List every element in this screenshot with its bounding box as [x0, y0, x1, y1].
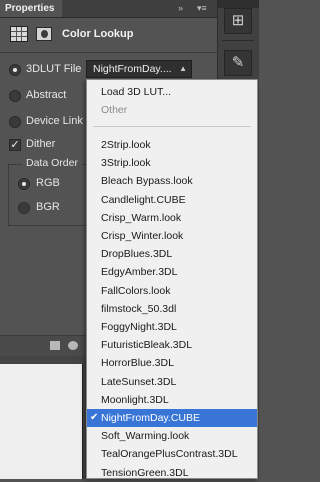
- bgr-label: BGR: [36, 201, 60, 213]
- lut-menu-item[interactable]: Soft_Warming.look: [87, 427, 257, 445]
- dock-header: [218, 0, 259, 8]
- lut-file-radio[interactable]: [9, 64, 21, 76]
- lut-menu-item[interactable]: filmstock_50.3dl: [87, 300, 257, 318]
- lut-menu-item[interactable]: Crisp_Warm.look: [87, 209, 257, 227]
- lut-menu-item-label: TealOrangePlusContrast.3DL: [101, 448, 238, 461]
- rgb-label: RGB: [36, 177, 60, 189]
- view-previous-icon[interactable]: [68, 341, 78, 350]
- brush-tool-icon[interactable]: ✎: [224, 50, 252, 76]
- device-link-radio[interactable]: [9, 116, 21, 128]
- rgb-radio[interactable]: [18, 178, 30, 190]
- panel-menu-icon[interactable]: ▾≡: [197, 2, 207, 14]
- data-order-group: [8, 164, 94, 226]
- lut-menu-item[interactable]: LateSunset.3DL: [87, 373, 257, 391]
- lut-menu-item[interactable]: TealOrangePlusContrast.3DL: [87, 445, 257, 463]
- lut-menu-item[interactable]: HorrorBlue.3DL: [87, 354, 257, 372]
- lut-menu-item-label: DropBlues.3DL: [101, 248, 173, 261]
- menu-item-other: Other: [101, 104, 128, 116]
- lut-menu-item[interactable]: Moonlight.3DL: [87, 391, 257, 409]
- lut-menu-item[interactable]: DropBlues.3DL: [87, 245, 257, 263]
- dither-checkbox[interactable]: ✓: [9, 139, 21, 151]
- lut-menu-item[interactable]: Candlelight.CUBE: [87, 191, 257, 209]
- lut-dropdown-menu: Load 3D LUT... Other 2Strip.look 3Strip.loo…: [86, 79, 258, 479]
- divider: [0, 52, 217, 53]
- abstract-label: Abstract: [26, 89, 67, 101]
- lut-file-label: 3DLUT File: [26, 63, 82, 75]
- lut-menu-item[interactable]: ✔ NightFromDay.CUBE: [87, 409, 257, 427]
- lut-menu-item-label: Crisp_Warm.look: [101, 211, 182, 224]
- lut-menu-item-label: Moonlight.3DL: [101, 393, 169, 406]
- lut-menu-item[interactable]: Crisp_Winter.look: [87, 227, 257, 245]
- lut-menu-item[interactable]: FoggyNight.3DL: [87, 318, 257, 336]
- lut-menu-item[interactable]: FallColors.look: [87, 282, 257, 300]
- lut-menu-item-label: Soft_Warming.look: [101, 430, 190, 443]
- lut-menu-item[interactable]: Bleach Bypass.look: [87, 172, 257, 190]
- dither-label: Dither: [26, 138, 56, 150]
- lut-menu-item[interactable]: FuturisticBleak.3DL: [87, 336, 257, 354]
- lut-menu-item-label: Bleach Bypass.look: [101, 175, 193, 188]
- lut-file-dropdown[interactable]: NightFromDay.... ▲▼: [86, 60, 192, 89]
- lut-menu-item-label: FoggyNight.3DL: [101, 321, 177, 333]
- lut-menu-item-label: LateSunset.3DL: [101, 375, 177, 388]
- lut-menu-item-label: 2Strip.look: [101, 139, 151, 151]
- device-link-label: Device Link: [26, 115, 83, 127]
- dock-divider: [222, 40, 254, 41]
- collapse-icon[interactable]: »: [178, 2, 183, 14]
- adjustments-panel-icon[interactable]: ⊞: [224, 8, 252, 34]
- lut-menu-item-label: HorrorBlue.3DL: [101, 357, 174, 370]
- data-order-title: Data Order: [22, 157, 82, 169]
- lut-menu-item-label: Candlelight.CUBE: [101, 193, 186, 206]
- layer-mask-icon[interactable]: [36, 27, 52, 41]
- lut-file-value: NightFromDay....: [93, 63, 172, 75]
- lut-menu-item[interactable]: 2Strip.look: [87, 136, 257, 154]
- panel-tab-bar: Properties » ▾≡: [0, 0, 217, 18]
- lut-menu-item-label: FuturisticBleak.3DL: [101, 339, 193, 352]
- lut-menu-item-label: FallColors.look: [101, 284, 171, 297]
- panel-title: Color Lookup: [62, 28, 134, 40]
- document-canvas: [0, 364, 83, 479]
- panel-header: Color Lookup: [0, 18, 217, 52]
- checkmark-icon: ✔: [90, 412, 99, 423]
- menu-divider: [93, 126, 251, 127]
- tab-properties[interactable]: Properties: [0, 0, 63, 17]
- adjustment-layer-icon[interactable]: [10, 26, 28, 42]
- abstract-radio[interactable]: [9, 90, 21, 102]
- lut-menu-item[interactable]: 3Strip.look: [87, 154, 257, 172]
- lut-menu-item-label: Crisp_Winter.look: [101, 230, 184, 242]
- lut-menu-item-label: 3Strip.look: [101, 157, 151, 170]
- bgr-radio[interactable]: [18, 202, 30, 214]
- clip-to-layer-icon[interactable]: [50, 341, 60, 350]
- lut-menu-item-label: filmstock_50.3dl: [101, 302, 177, 315]
- menu-item-load-3d-lut[interactable]: Load 3D LUT...: [87, 83, 257, 101]
- lut-menu-item-label: TensionGreen.3DL: [101, 466, 189, 479]
- lut-menu-item[interactable]: EdgyAmber.3DL: [87, 263, 257, 281]
- lut-menu-item-label: EdgyAmber.3DL: [101, 266, 178, 279]
- lut-menu-item-label: NightFromDay.CUBE: [101, 412, 200, 424]
